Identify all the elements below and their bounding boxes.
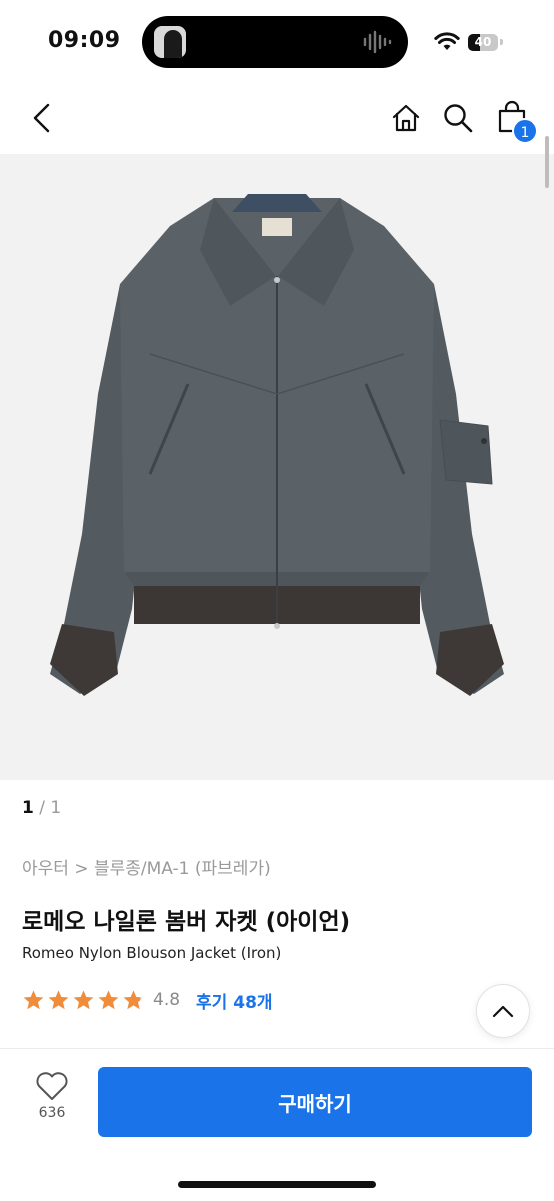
now-playing-artwork bbox=[154, 26, 186, 58]
back-button[interactable] bbox=[22, 98, 62, 138]
search-icon bbox=[444, 104, 473, 133]
battery-level: 40 bbox=[474, 34, 492, 49]
star-icon bbox=[123, 989, 144, 1009]
bottom-action-bar: 636 구매하기 bbox=[0, 1048, 554, 1201]
like-button[interactable]: 636 bbox=[30, 1071, 74, 1135]
home-button[interactable] bbox=[386, 98, 426, 138]
product-image[interactable] bbox=[0, 154, 554, 780]
status-bar: 09:09 40 bbox=[0, 0, 554, 80]
image-counter-separator: / bbox=[39, 798, 45, 818]
star-icon bbox=[73, 989, 94, 1009]
star-icon bbox=[98, 989, 119, 1009]
status-time: 09:09 bbox=[48, 28, 121, 53]
image-counter-current: 1 bbox=[22, 798, 34, 818]
top-nav-bar bbox=[0, 90, 554, 148]
star-icon bbox=[23, 989, 44, 1009]
chevron-up-icon bbox=[492, 1005, 514, 1018]
audio-waveform-icon bbox=[363, 30, 392, 54]
category-breadcrumb[interactable]: 아우터 > 블루종/MA-1 (파브레가) bbox=[22, 854, 271, 879]
image-counter-total: 1 bbox=[50, 798, 62, 818]
scroll-indicator[interactable] bbox=[545, 136, 549, 188]
star-rating bbox=[22, 989, 145, 1012]
star-icon bbox=[48, 989, 69, 1009]
product-title: 로메오 나일론 봄버 자켓 (아이언) bbox=[22, 909, 351, 935]
back-chevron-icon bbox=[33, 103, 50, 133]
home-indicator[interactable] bbox=[178, 1181, 376, 1188]
battery-cap bbox=[500, 39, 503, 45]
search-button[interactable] bbox=[438, 98, 478, 138]
wifi-icon bbox=[434, 32, 460, 50]
product-subtitle: Romeo Nylon Blouson Jacket (Iron) bbox=[22, 944, 282, 962]
rating-value: 4.8 bbox=[153, 990, 181, 1010]
image-counter: 1 / 1 bbox=[22, 798, 61, 818]
home-icon bbox=[392, 104, 420, 132]
dynamic-island[interactable] bbox=[142, 16, 408, 68]
status-icons: 40 bbox=[434, 30, 503, 54]
battery-icon: 40 bbox=[468, 33, 498, 51]
cart-count-badge[interactable]: 1 bbox=[512, 118, 538, 144]
buy-button[interactable]: 구매하기 bbox=[98, 1067, 532, 1137]
rating-row: 4.8 후기 48개 bbox=[22, 986, 273, 1014]
heart-icon bbox=[36, 1072, 68, 1100]
like-count: 636 bbox=[38, 1105, 66, 1121]
jacket-product-photo bbox=[50, 194, 504, 696]
review-count-link[interactable]: 후기 48개 bbox=[196, 988, 273, 1013]
scroll-to-top-button[interactable] bbox=[476, 984, 530, 1038]
